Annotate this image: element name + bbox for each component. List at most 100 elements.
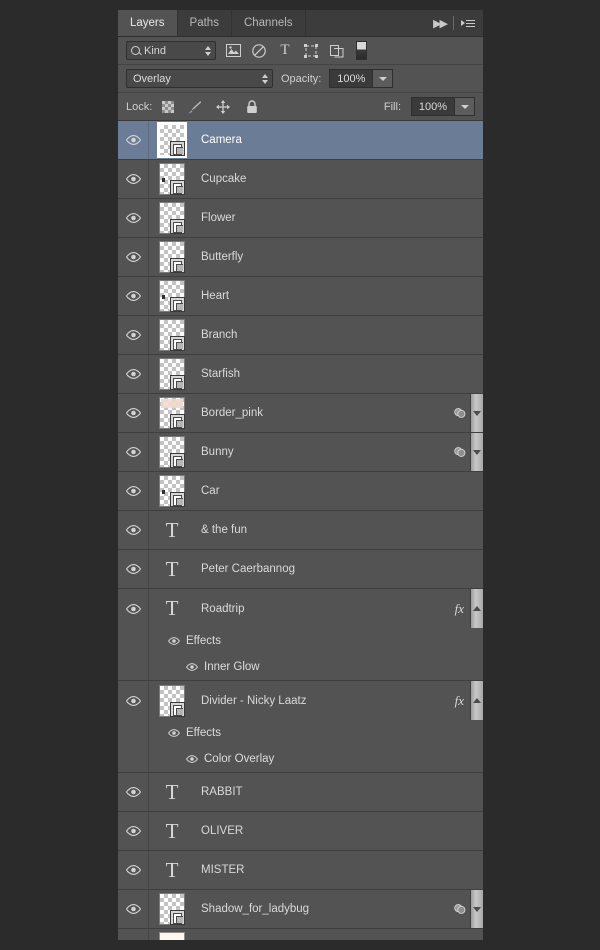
layer-visibility-toggle[interactable] bbox=[118, 316, 149, 354]
effects-visibility-toggle[interactable] bbox=[168, 632, 180, 650]
layer-row[interactable]: Camera bbox=[118, 121, 483, 160]
layer-visibility-toggle[interactable] bbox=[118, 199, 149, 237]
opacity-control[interactable]: 100% bbox=[329, 69, 394, 88]
layer-effects-circles-icon[interactable] bbox=[454, 407, 470, 419]
layer-effects-circles-icon[interactable] bbox=[454, 903, 470, 915]
expand-effects-chevron-icon[interactable] bbox=[470, 394, 483, 432]
lock-transparency-icon[interactable] bbox=[162, 100, 175, 113]
layer-row[interactable]: Branch bbox=[118, 316, 483, 355]
layer-row[interactable]: Cupcake bbox=[118, 160, 483, 199]
layer-row[interactable]: Starfish bbox=[118, 355, 483, 394]
opacity-dropdown-arrow[interactable] bbox=[373, 69, 394, 88]
opacity-value[interactable]: 100% bbox=[329, 69, 374, 88]
layer-list[interactable]: Camera Cupcake Flower Butterfly Heart Branch S… bbox=[118, 121, 483, 940]
layer-row[interactable]: T MISTER bbox=[118, 851, 483, 890]
layer-thumbnail-cell[interactable] bbox=[149, 932, 195, 940]
collapse-effects-chevron-icon[interactable] bbox=[470, 681, 483, 720]
expand-effects-chevron-icon[interactable] bbox=[470, 890, 483, 928]
layer-row[interactable]: Shadow_for_ladybug bbox=[118, 890, 483, 929]
layer-name[interactable]: Peter Caerbannog bbox=[195, 563, 483, 575]
tab-channels[interactable]: Channels bbox=[231, 10, 306, 36]
filter-kind-select[interactable]: Kind bbox=[126, 41, 216, 60]
layer-visibility-toggle[interactable] bbox=[118, 851, 149, 889]
effect-item-row[interactable]: Inner Glow bbox=[118, 654, 483, 680]
layer-effects-fx-badge[interactable]: fx bbox=[455, 601, 470, 617]
layer-visibility-toggle[interactable] bbox=[118, 890, 149, 928]
layer-visibility-toggle[interactable] bbox=[118, 355, 149, 393]
layer-thumbnail-cell[interactable] bbox=[149, 241, 195, 273]
layer-visibility-toggle[interactable] bbox=[118, 929, 149, 940]
layer-visibility-toggle[interactable] bbox=[118, 277, 149, 315]
layer-thumbnail-cell[interactable] bbox=[149, 280, 195, 312]
panel-menu-icon[interactable] bbox=[461, 18, 475, 29]
lock-all-icon[interactable] bbox=[243, 98, 261, 116]
layer-thumbnail-cell[interactable] bbox=[149, 475, 195, 507]
fill-control[interactable]: 100% bbox=[411, 97, 475, 116]
layer-thumbnail-cell[interactable] bbox=[149, 397, 195, 429]
filter-toggle-switch-icon[interactable] bbox=[356, 41, 367, 60]
filter-pixel-layers-icon[interactable] bbox=[224, 42, 242, 60]
layer-visibility-toggle[interactable] bbox=[118, 433, 149, 471]
layer-name[interactable]: MISTER bbox=[195, 864, 483, 876]
layer-name[interactable]: OLIVER bbox=[195, 825, 483, 837]
layer-row[interactable]: Border_pink bbox=[118, 394, 483, 433]
layer-row[interactable]: Heart bbox=[118, 277, 483, 316]
layer-visibility-toggle[interactable] bbox=[118, 550, 149, 588]
filter-shape-layers-icon[interactable] bbox=[302, 42, 320, 60]
layer-name[interactable]: Branch bbox=[195, 329, 483, 341]
lock-position-icon[interactable] bbox=[214, 98, 232, 116]
layer-row[interactable]: Bunny bbox=[118, 433, 483, 472]
layer-effects-circles-icon[interactable] bbox=[454, 446, 470, 458]
layer-name[interactable]: Car bbox=[195, 485, 483, 497]
layer-name[interactable]: Border_pink bbox=[195, 407, 454, 419]
filter-adjustment-layers-icon[interactable] bbox=[250, 42, 268, 60]
blend-mode-spinner[interactable] bbox=[262, 73, 268, 84]
layer-effects-fx-badge[interactable]: fx bbox=[455, 693, 470, 709]
expand-effects-chevron-icon[interactable] bbox=[470, 433, 483, 471]
layer-name[interactable]: Bunny bbox=[195, 446, 454, 458]
layer-visibility-toggle[interactable] bbox=[118, 121, 149, 159]
layer-name[interactable]: Flower bbox=[195, 212, 483, 224]
fill-value[interactable]: 100% bbox=[411, 97, 455, 116]
layer-visibility-toggle[interactable] bbox=[118, 812, 149, 850]
layer-thumbnail-cell[interactable] bbox=[149, 358, 195, 390]
layer-name[interactable]: & the fun bbox=[195, 524, 483, 536]
effect-item-row[interactable]: Color Overlay bbox=[118, 746, 483, 772]
layer-visibility-toggle[interactable] bbox=[118, 238, 149, 276]
layer-name[interactable]: Shadow_for_ladybug bbox=[195, 903, 454, 915]
lock-image-pixels-icon[interactable] bbox=[185, 98, 203, 116]
layer-thumbnail-cell[interactable] bbox=[149, 893, 195, 925]
layer-name[interactable]: Roadtrip bbox=[195, 603, 455, 615]
double-chevron-right-icon[interactable]: ▶▶ bbox=[433, 17, 448, 30]
layer-thumbnail-cell[interactable] bbox=[149, 436, 195, 468]
fill-dropdown-arrow[interactable] bbox=[455, 97, 475, 116]
layer-thumbnail-cell[interactable] bbox=[149, 319, 195, 351]
collapse-effects-chevron-icon[interactable] bbox=[470, 589, 483, 628]
layer-visibility-toggle[interactable] bbox=[118, 472, 149, 510]
layer-row[interactable]: Butterfly bbox=[118, 238, 483, 277]
tab-paths[interactable]: Paths bbox=[177, 10, 232, 36]
tab-layers[interactable]: Layers bbox=[118, 10, 178, 36]
layer-thumbnail-cell[interactable] bbox=[149, 684, 195, 717]
layer-row[interactable]: Flower bbox=[118, 199, 483, 238]
effect-visibility-toggle[interactable] bbox=[186, 750, 198, 768]
layer-row[interactable]: fdf7f0 bbox=[118, 929, 483, 940]
filter-type-layers-icon[interactable]: T bbox=[276, 42, 294, 60]
layer-name[interactable]: Butterfly bbox=[195, 251, 483, 263]
layer-row[interactable]: T Peter Caerbannog bbox=[118, 550, 483, 589]
layer-thumbnail-cell[interactable] bbox=[149, 122, 195, 158]
layer-thumbnail-cell[interactable] bbox=[149, 202, 195, 234]
layer-visibility-toggle[interactable] bbox=[118, 773, 149, 811]
layer-name[interactable]: Divider - Nicky Laatz bbox=[195, 695, 455, 707]
effects-group-row[interactable]: Effects bbox=[118, 720, 483, 746]
layer-visibility-toggle[interactable] bbox=[118, 511, 149, 549]
layer-row[interactable]: T RABBIT bbox=[118, 773, 483, 812]
effect-visibility-toggle[interactable] bbox=[186, 658, 198, 676]
blend-mode-select[interactable]: Overlay bbox=[126, 69, 273, 88]
layer-visibility-toggle[interactable] bbox=[118, 394, 149, 432]
layer-row[interactable]: T Roadtrip fx bbox=[118, 589, 483, 628]
layer-name[interactable]: Cupcake bbox=[195, 173, 483, 185]
layer-visibility-toggle[interactable] bbox=[118, 681, 149, 720]
layer-name[interactable]: Heart bbox=[195, 290, 483, 302]
layer-name[interactable]: Starfish bbox=[195, 368, 483, 380]
